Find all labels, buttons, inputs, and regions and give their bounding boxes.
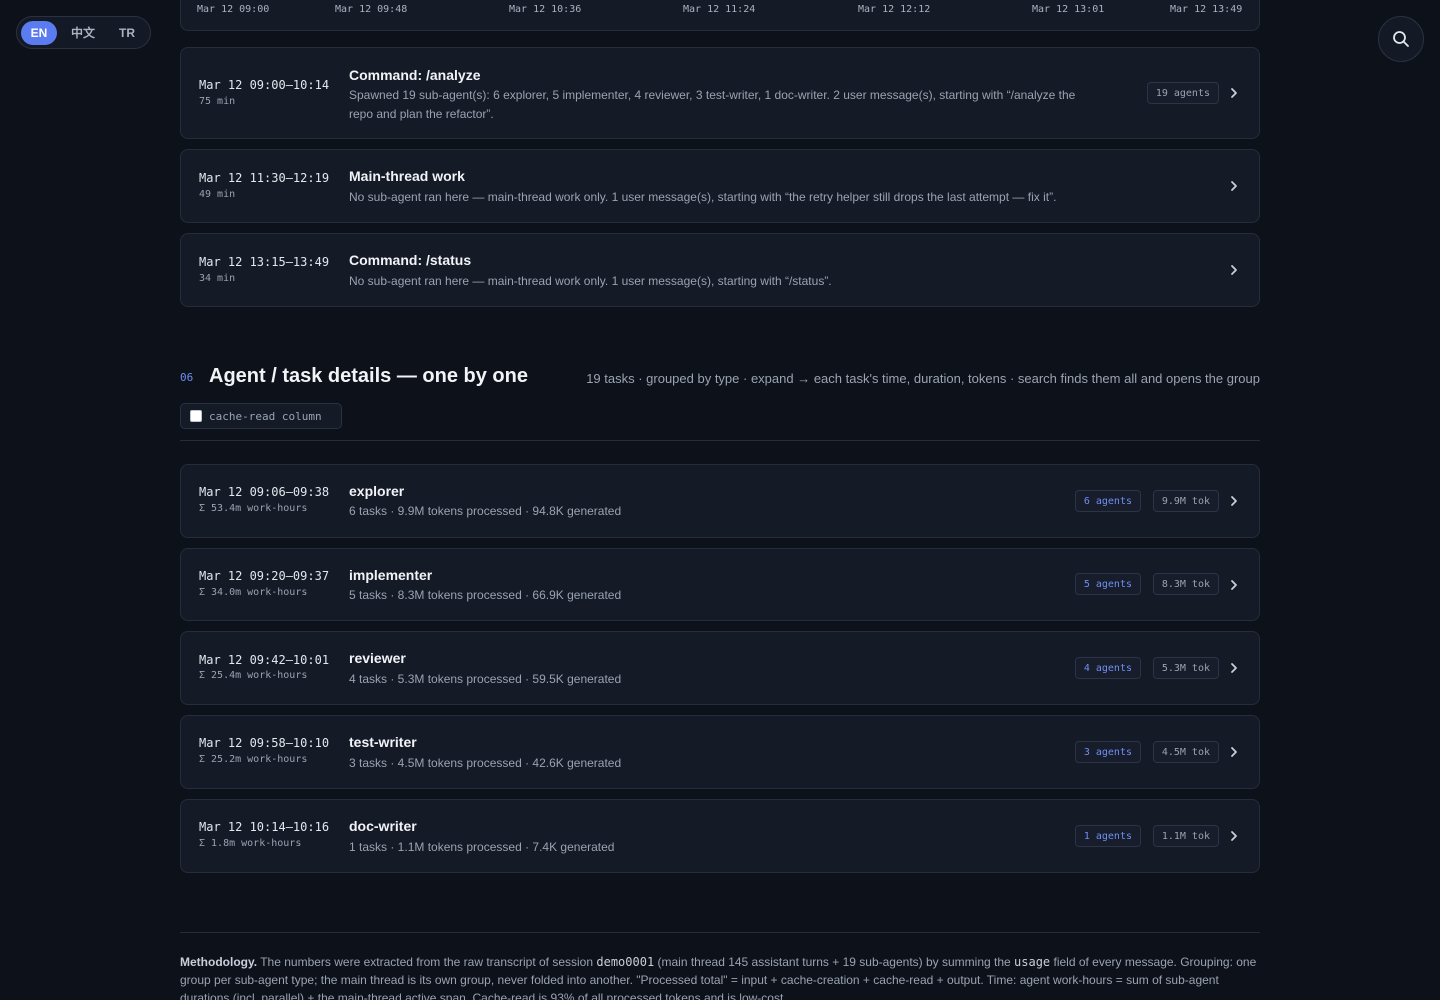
agent-group-card[interactable]: Mar 12 09:58–10:10 Σ 25.2m work-hours te… bbox=[180, 715, 1260, 789]
group-summary: 5 tasks · 8.3M tokens processed · 66.9K … bbox=[349, 588, 622, 602]
lang-option-zh[interactable]: 中文 bbox=[63, 21, 103, 45]
axis-label: Mar 12 09:48 bbox=[335, 4, 408, 15]
methodology-part: The numbers were extracted from the raw … bbox=[257, 955, 597, 969]
divider bbox=[180, 440, 1260, 441]
session-time: Mar 12 11:30–12:19 bbox=[199, 171, 330, 185]
session-description: No sub-agent ran here — main-thread work… bbox=[349, 274, 832, 288]
session-time: Mar 12 09:00–10:14 bbox=[199, 78, 330, 92]
axis-label: Mar 12 09:00 bbox=[197, 4, 270, 15]
tokens-badge: 4.5M tok bbox=[1152, 741, 1219, 763]
chevron-right-icon[interactable] bbox=[1227, 829, 1241, 843]
session-card[interactable]: Mar 12 13:15–13:49 34 min Command: /stat… bbox=[180, 233, 1260, 307]
group-time: Mar 12 09:20–09:37 bbox=[199, 569, 330, 583]
agents-badge: 4 agents bbox=[1074, 657, 1141, 679]
section-number: 06 bbox=[180, 371, 194, 384]
agent-group-card[interactable]: Mar 12 09:20–09:37 Σ 34.0m work-hours im… bbox=[180, 548, 1260, 621]
group-time: Mar 12 09:42–10:01 bbox=[199, 653, 330, 667]
cache-read-checkbox[interactable] bbox=[190, 410, 202, 422]
search-button[interactable] bbox=[1378, 16, 1424, 62]
tokens-badge: 5.3M tok bbox=[1152, 657, 1219, 679]
agent-group-card[interactable]: Mar 12 09:42–10:01 Σ 25.4m work-hours re… bbox=[180, 631, 1260, 705]
session-title: Command: /status bbox=[349, 252, 472, 268]
session-card[interactable]: Mar 12 09:00–10:14 75 min Command: /anal… bbox=[180, 47, 1260, 139]
group-time: Mar 12 09:06–09:38 bbox=[199, 485, 330, 499]
methodology-text: Methodology. The numbers were extracted … bbox=[180, 953, 1260, 1000]
agents-badge: 3 agents bbox=[1074, 741, 1141, 763]
agent-group-card[interactable]: Mar 12 09:06–09:38 Σ 53.4m work-hours ex… bbox=[180, 464, 1260, 538]
group-work-hours: Σ 34.0m work-hours bbox=[199, 587, 308, 598]
group-work-hours: Σ 25.4m work-hours bbox=[199, 670, 308, 681]
section-title: Agent / task details — one by one bbox=[209, 365, 528, 387]
cache-read-column-toggle[interactable]: cache-read column bbox=[180, 403, 342, 429]
tokens-badge: 1.1M tok bbox=[1152, 825, 1219, 847]
section-note: 19 tasks · grouped by type · expand → ea… bbox=[586, 371, 1260, 386]
group-time: Mar 12 10:14–10:16 bbox=[199, 820, 330, 834]
search-icon bbox=[1393, 31, 1409, 47]
tokens-badge: 9.9M tok bbox=[1152, 490, 1219, 512]
methodology-part: (main thread 145 assistant turns + 19 su… bbox=[654, 955, 1015, 969]
group-name: explorer bbox=[349, 483, 405, 499]
session-time: Mar 12 13:15–13:49 bbox=[199, 255, 330, 269]
chevron-right-icon[interactable] bbox=[1227, 661, 1241, 675]
session-duration: 34 min bbox=[199, 273, 236, 284]
group-time: Mar 12 09:58–10:10 bbox=[199, 736, 330, 750]
session-card[interactable]: Mar 12 11:30–12:19 49 min Main-thread wo… bbox=[180, 149, 1260, 223]
agent-group-card[interactable]: Mar 12 10:14–10:16 Σ 1.8m work-hours doc… bbox=[180, 799, 1260, 873]
timeline-axis: Mar 12 09:00 Mar 12 09:48 Mar 12 10:36 M… bbox=[180, 0, 1260, 31]
axis-label: Mar 12 10:36 bbox=[509, 4, 582, 15]
chevron-right-icon[interactable] bbox=[1227, 745, 1241, 759]
session-description: Spawned 19 sub-agent(s): 6 explorer, 5 i… bbox=[349, 88, 1076, 121]
group-summary: 3 tasks · 4.5M tokens processed · 42.6K … bbox=[349, 756, 622, 770]
group-summary: 1 tasks · 1.1M tokens processed · 7.4K g… bbox=[349, 840, 615, 854]
group-summary: 6 tasks · 9.9M tokens processed · 94.8K … bbox=[349, 504, 622, 518]
group-work-hours: Σ 1.8m work-hours bbox=[199, 838, 302, 849]
session-id: demo0001 bbox=[596, 955, 655, 969]
lang-option-en[interactable]: EN bbox=[21, 20, 57, 45]
agents-badge: 19 agents bbox=[1146, 82, 1219, 104]
session-title: Main-thread work bbox=[349, 168, 465, 184]
toggle-label: cache-read column bbox=[209, 409, 322, 423]
tokens-badge: 8.3M tok bbox=[1152, 573, 1219, 595]
lang-option-tr[interactable]: TR bbox=[109, 21, 145, 45]
methodology-heading: Methodology. bbox=[180, 955, 258, 969]
group-name: reviewer bbox=[349, 650, 406, 666]
agents-badge: 1 agents bbox=[1074, 825, 1141, 847]
group-summary: 4 tasks · 5.3M tokens processed · 59.5K … bbox=[349, 672, 622, 686]
group-name: doc-writer bbox=[349, 818, 417, 834]
chevron-right-icon[interactable] bbox=[1227, 179, 1241, 193]
session-description: No sub-agent ran here — main-thread work… bbox=[349, 190, 1057, 204]
axis-label: Mar 12 13:49 bbox=[1170, 4, 1243, 15]
group-work-hours: Σ 25.2m work-hours bbox=[199, 754, 308, 765]
session-duration: 49 min bbox=[199, 189, 236, 200]
group-work-hours: Σ 53.4m work-hours bbox=[199, 503, 308, 514]
session-duration: 75 min bbox=[199, 96, 236, 107]
chevron-right-icon[interactable] bbox=[1227, 263, 1241, 277]
divider bbox=[180, 932, 1260, 933]
chevron-right-icon[interactable] bbox=[1227, 494, 1241, 508]
axis-label: Mar 12 13:01 bbox=[1032, 4, 1105, 15]
group-name: test-writer bbox=[349, 734, 417, 750]
agents-badge: 6 agents bbox=[1074, 490, 1141, 512]
chevron-right-icon[interactable] bbox=[1227, 86, 1241, 100]
axis-label: Mar 12 11:24 bbox=[683, 4, 756, 15]
session-title: Command: /analyze bbox=[349, 67, 481, 83]
section-header: 06 Agent / task details — one by one 19 … bbox=[180, 362, 1260, 392]
axis-label: Mar 12 12:12 bbox=[858, 4, 931, 15]
chevron-right-icon[interactable] bbox=[1227, 578, 1241, 592]
usage-field: usage bbox=[1014, 955, 1051, 969]
language-switcher: EN 中文 TR bbox=[16, 16, 151, 49]
group-name: implementer bbox=[349, 567, 433, 583]
agents-badge: 5 agents bbox=[1074, 573, 1141, 595]
